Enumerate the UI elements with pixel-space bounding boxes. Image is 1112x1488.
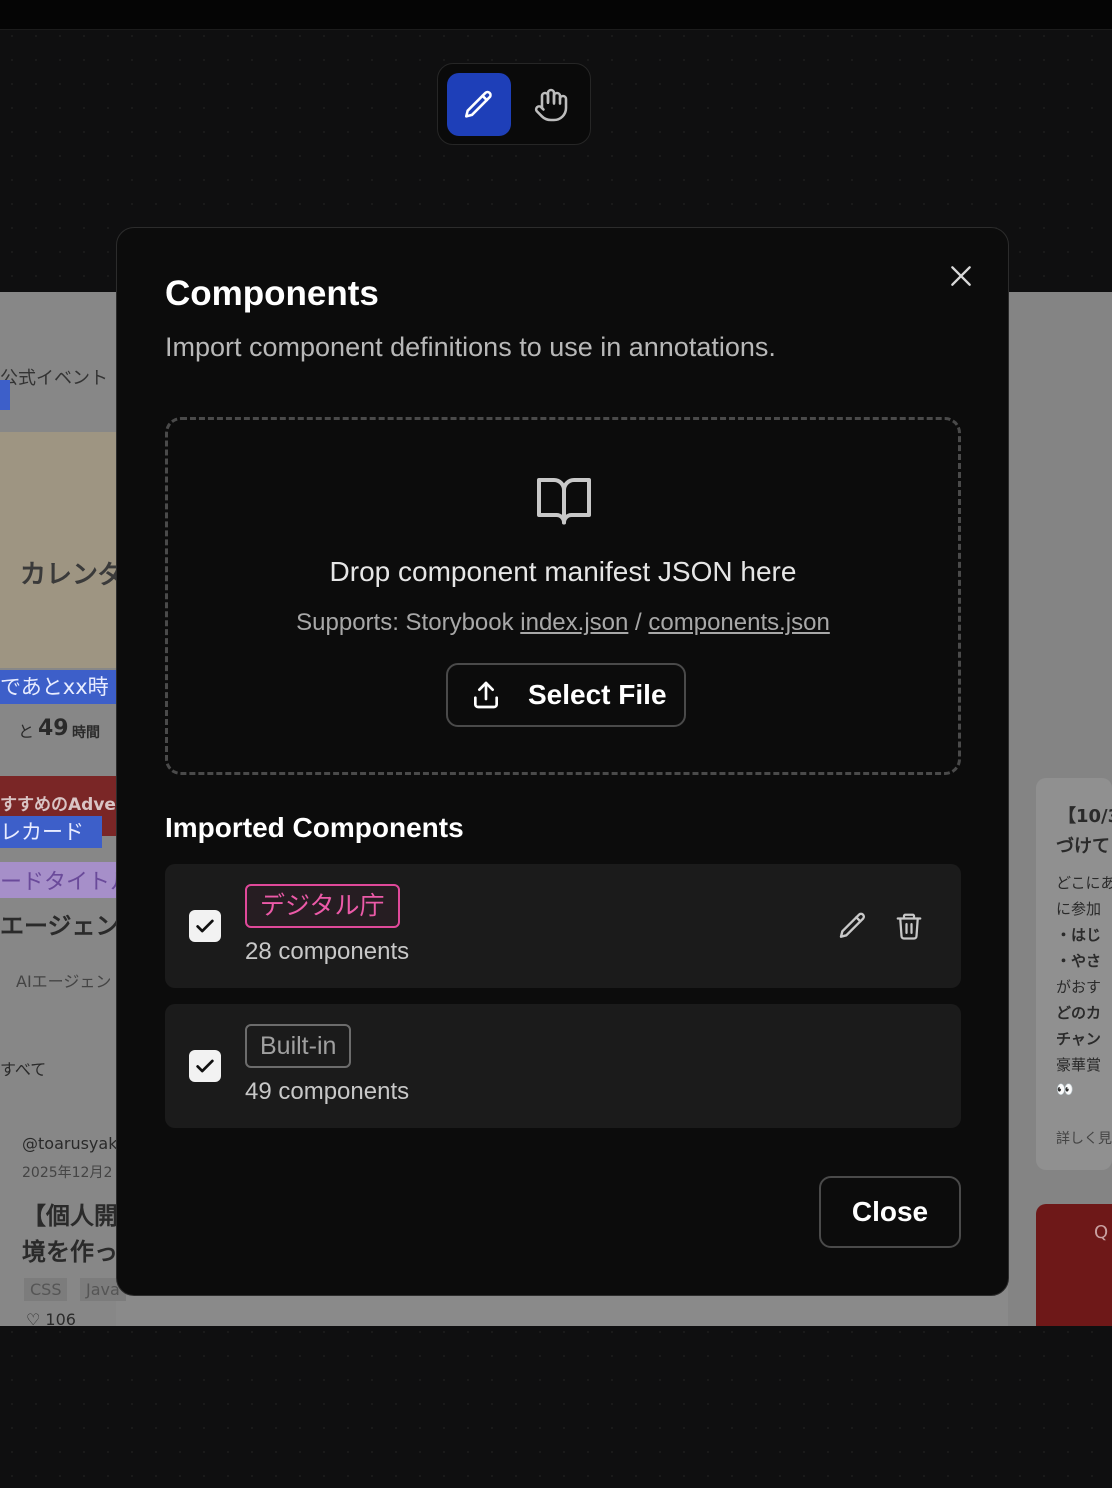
bg-agent-text: エージェン [0, 912, 120, 940]
bg-right-more: 詳しく見 [1056, 1131, 1112, 1147]
dropzone-text: Drop component manifest JSON here [329, 556, 797, 587]
bg-right-line-5: がおす [1056, 978, 1102, 996]
select-file-button[interactable]: Select File [446, 663, 686, 727]
bg-ai-agent-tag: AIエージェン [16, 972, 112, 991]
bg-remain-unit: 時間 [72, 725, 100, 741]
bg-hero-image [0, 432, 116, 668]
supports-prefix: Supports: Storybook [296, 609, 514, 636]
dialog-close-button[interactable] [943, 258, 979, 294]
top-bar [0, 0, 1112, 30]
book-open-icon [537, 478, 591, 525]
bg-right-line-1: どこにあ [1056, 874, 1112, 892]
edit-component-set-button[interactable] [835, 908, 871, 944]
bg-right-line-3: ・はじ [1056, 926, 1102, 944]
tool-switcher [437, 63, 591, 145]
bg-marker [0, 380, 10, 410]
bg-likes: ♡ 106 [26, 1310, 76, 1326]
components-json-link[interactable]: components.json [648, 609, 829, 636]
bg-right-line-7: チャン [1056, 1030, 1101, 1048]
bg-right-title-1: 【10/3 [1058, 806, 1112, 827]
select-file-label: Select File [528, 679, 667, 710]
supports-separator: / [635, 609, 642, 636]
bg-right-line-2: に参加 [1056, 900, 1102, 918]
bg-post-title-2: 境を作っ [22, 1238, 118, 1266]
checkmark-icon [196, 919, 214, 933]
components-dialog: Components Import component definitions … [116, 227, 1009, 1296]
component-set-checkbox[interactable] [189, 1050, 221, 1082]
bg-cardtitle-label: ードタイトル [0, 862, 133, 898]
component-set-row: Built-in 49 components [165, 1004, 961, 1128]
bg-remain-prefix: と [18, 722, 35, 741]
bg-calendar-text: カレンダ [20, 560, 125, 590]
dialog-title: Components [165, 274, 379, 313]
bg-remain-number: 49 [38, 716, 69, 741]
bg-tag-css: CSS [24, 1278, 68, 1301]
index-json-link[interactable]: index.json [520, 609, 628, 636]
trash-icon [896, 913, 922, 940]
checkmark-icon [196, 1059, 214, 1073]
component-set-tag: Built-in [245, 1024, 352, 1068]
bg-post-date: 2025年12月2 [22, 1165, 113, 1181]
component-set-row: デジタル庁 28 components [165, 864, 961, 988]
pencil-icon [839, 912, 866, 938]
bg-calcard-label: レカード [0, 816, 102, 848]
bg-until-label: であとxx時 [0, 670, 116, 704]
bg-right-line-6: どのカ [1056, 1004, 1102, 1022]
close-icon [951, 266, 971, 286]
imported-components-heading: Imported Components [165, 812, 464, 843]
close-button[interactable]: Close [819, 1176, 961, 1248]
bg-event-label: 公式イベント [0, 368, 108, 389]
component-set-checkbox[interactable] [189, 910, 221, 942]
hand-icon [534, 88, 568, 121]
component-count: 49 components [245, 1078, 410, 1105]
manifest-dropzone[interactable]: Drop component manifest JSON here Suppor… [165, 417, 961, 775]
component-count: 28 components [245, 938, 410, 965]
bg-recommend-text: すすめのAdve [0, 795, 116, 815]
bg-right-line-8: 豪華賞 [1056, 1056, 1102, 1074]
bg-right-q: Q [1094, 1222, 1109, 1243]
bg-right-line-4: ・やさ [1056, 952, 1102, 970]
bg-all-text: すべて [0, 1060, 47, 1079]
pencil-icon [464, 90, 492, 118]
component-set-tag: デジタル庁 [245, 884, 400, 928]
bg-right-title-2: づけて [1056, 836, 1110, 857]
pen-tool-button[interactable] [447, 73, 511, 136]
bg-post-title-1: 【個人開 [22, 1202, 118, 1230]
dialog-subtitle: Import component definitions to use in a… [165, 332, 776, 362]
hand-tool-button[interactable] [519, 73, 583, 136]
upload-icon [474, 681, 498, 709]
bg-right-line-9: 👀 [1056, 1082, 1074, 1098]
bg-user-name: @toarusyak [22, 1134, 118, 1153]
delete-component-set-button[interactable] [891, 908, 927, 944]
supported-formats: Supports: Storybook index.json / compone… [168, 609, 958, 637]
